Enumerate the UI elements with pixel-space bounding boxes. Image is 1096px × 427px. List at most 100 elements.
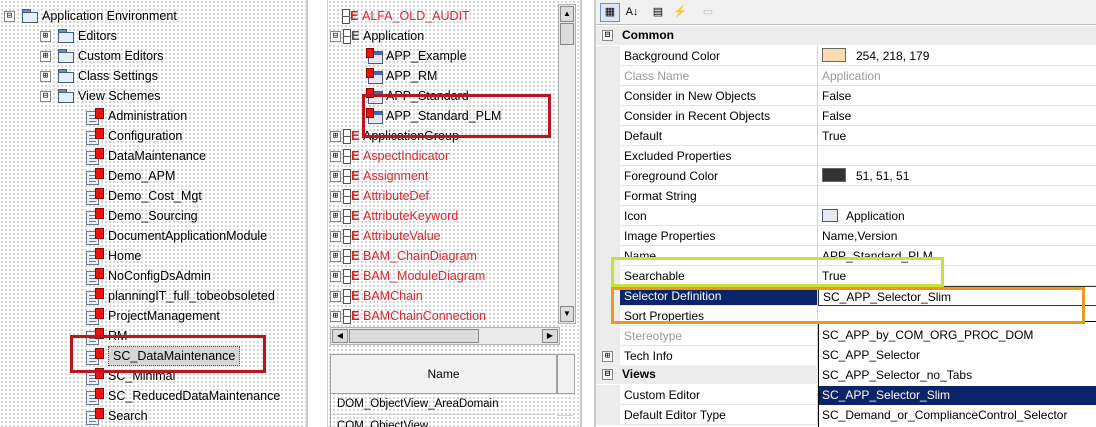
expand-icon[interactable]: ⊞	[330, 291, 341, 302]
category-common[interactable]: ⊟ Common	[596, 26, 1096, 45]
dropdown-option[interactable]: SC_APP_Selector_no_Tabs	[819, 366, 1096, 385]
property-name[interactable]: Default	[620, 126, 818, 146]
property-pages-icon[interactable]: ▭	[698, 3, 718, 22]
collapse-icon[interactable]: ⊟	[330, 31, 341, 42]
property-name[interactable]: Name	[620, 246, 818, 266]
dropdown-option[interactable]: SC_Demand_or_ComplianceControl_Selector	[819, 406, 1096, 425]
property-value[interactable]: True	[818, 126, 1096, 146]
expand-icon[interactable]: ⊞	[40, 31, 51, 42]
expand-icon[interactable]: ⊞	[330, 311, 341, 322]
color-swatch	[822, 48, 846, 62]
property-row[interactable]: Foreground Color 51, 51, 51	[596, 166, 1096, 186]
expand-icon[interactable]: ⊞	[330, 151, 341, 162]
property-value[interactable]: True	[818, 266, 1096, 286]
properties-icon[interactable]: ▤	[648, 3, 668, 22]
property-row[interactable]: Excluded Properties	[596, 146, 1096, 166]
property-value[interactable]: False	[818, 86, 1096, 106]
application-icon	[366, 48, 384, 64]
dropdown-option[interactable]: SC_APP_by_COM_ORG_PROC_DOM	[819, 326, 1096, 345]
property-row[interactable]: Class Name Application	[596, 66, 1096, 86]
expand-icon[interactable]: ⊞	[330, 171, 341, 182]
expand-icon[interactable]: ⊞	[330, 231, 341, 242]
property-name[interactable]: Foreground Color	[620, 166, 818, 186]
property-value-text: False	[822, 109, 852, 123]
property-value[interactable]: False	[818, 106, 1096, 126]
dropdown-option[interactable]: SC_APP_Selector	[819, 346, 1096, 365]
property-row[interactable]: Consider in New Objects False	[596, 86, 1096, 106]
property-value[interactable]: Application	[818, 66, 1096, 86]
scroll-left-arrow-icon[interactable]: ◀	[332, 329, 348, 343]
table-cell[interactable]	[557, 415, 573, 427]
property-row[interactable]: Name APP_Standard_PLM	[596, 246, 1096, 266]
property-name[interactable]: Icon	[620, 206, 818, 226]
property-name[interactable]: Selector Definition	[620, 286, 818, 306]
expand-icon[interactable]: ⊞	[40, 71, 51, 82]
column-header-name[interactable]: Name	[330, 354, 557, 394]
property-value[interactable]: SC_APP_Selector_Slim	[818, 286, 1096, 306]
vertical-scrollbar[interactable]: ▲ ▼	[558, 4, 576, 324]
horizontal-scrollbar[interactable]: ◀ ▶	[330, 327, 560, 345]
property-row[interactable]: Format String	[596, 186, 1096, 206]
scroll-thumb[interactable]	[349, 329, 479, 343]
collapse-icon[interactable]: ⊟	[602, 369, 613, 380]
class-tree-panel[interactable]: E ALFA_OLD_AUDIT ⊟ E Application APP_Exa…	[327, 0, 582, 427]
table-row[interactable]: DOM_ObjectView_AreaDomain	[330, 393, 555, 415]
property-value[interactable]: 51, 51, 51	[818, 166, 1096, 186]
property-name[interactable]: Excluded Properties	[620, 146, 818, 166]
collapse-icon[interactable]: ⊟	[40, 91, 51, 102]
property-name[interactable]: Class Name	[620, 66, 818, 86]
property-name[interactable]: Format String	[620, 186, 818, 206]
property-row[interactable]: Consider in Recent Objects False	[596, 106, 1096, 126]
property-value[interactable]: Name,Version	[818, 226, 1096, 246]
property-grid[interactable]: ▦ A↓ ▤ ⚡ ▭ ⊟ Common Background Color 254,…	[594, 0, 1096, 427]
alphabetical-icon[interactable]: A↓	[622, 3, 642, 22]
property-name[interactable]: Searchable	[620, 266, 818, 286]
view-scheme-icon	[86, 248, 104, 265]
expand-icon[interactable]: ⊞	[330, 251, 341, 262]
selector-definition-dropdown-list[interactable]: SC_APP_by_COM_ORG_PROC_DOM SC_APP_Selecto…	[818, 321, 1096, 427]
scroll-down-arrow-icon[interactable]: ▼	[560, 306, 574, 322]
expand-icon[interactable]: ⊞	[40, 51, 51, 62]
property-name[interactable]: Stereotype	[620, 326, 818, 346]
property-row[interactable]: Icon Application	[596, 206, 1096, 226]
expand-icon[interactable]: ⊞	[602, 351, 613, 362]
folder-icon	[58, 69, 74, 83]
folder-icon	[58, 49, 74, 63]
categorized-icon[interactable]: ▦	[600, 3, 620, 22]
property-name[interactable]: Image Properties	[620, 226, 818, 246]
view-scheme-tree[interactable]: ⊟ Application Environment ⊞ Editors ⊞ Custo…	[0, 0, 308, 427]
property-value[interactable]: APP_Standard_PLM	[818, 246, 1096, 266]
folder-icon	[22, 9, 38, 23]
property-value[interactable]: 254, 218, 179	[818, 46, 1096, 66]
expand-icon[interactable]: ⊞	[330, 271, 341, 282]
property-row[interactable]: Selector Definition SC_APP_Selector_Slim	[596, 286, 1096, 306]
property-row[interactable]: Image Properties Name,Version	[596, 226, 1096, 246]
column-header-extra[interactable]	[557, 354, 575, 394]
property-name[interactable]: Consider in Recent Objects	[620, 106, 818, 126]
property-row[interactable]: Searchable True	[596, 266, 1096, 286]
property-name[interactable]: Sort Properties	[620, 306, 818, 326]
application-icon	[366, 68, 384, 84]
collapse-icon[interactable]: ⊟	[602, 30, 613, 41]
property-name[interactable]: Default Editor Type	[620, 405, 818, 425]
collapse-icon[interactable]: ⊟	[4, 11, 15, 22]
expand-icon[interactable]: ⊞	[330, 191, 341, 202]
property-value[interactable]: Application	[818, 206, 1096, 226]
property-row[interactable]: Background Color 254, 218, 179	[596, 46, 1096, 66]
property-name[interactable]: Tech Info	[620, 346, 818, 366]
dropdown-option[interactable]: SC_APP_Selector_Slim	[819, 386, 1096, 405]
property-name[interactable]: Background Color	[620, 46, 818, 66]
property-row[interactable]: Default True	[596, 126, 1096, 146]
expand-icon[interactable]: ⊞	[330, 211, 341, 222]
property-name[interactable]: Custom Editor	[620, 385, 818, 405]
expand-icon[interactable]: ⊞	[330, 131, 341, 142]
events-icon[interactable]: ⚡	[670, 3, 690, 22]
table-row[interactable]: COM_ObjectView	[330, 415, 555, 427]
table-cell[interactable]	[557, 393, 573, 416]
property-name[interactable]: Consider in New Objects	[620, 86, 818, 106]
scroll-up-arrow-icon[interactable]: ▲	[560, 6, 574, 22]
property-value[interactable]	[818, 146, 1096, 166]
scroll-thumb[interactable]	[560, 23, 574, 45]
property-value[interactable]	[818, 186, 1096, 206]
scroll-right-arrow-icon[interactable]: ▶	[542, 329, 558, 343]
